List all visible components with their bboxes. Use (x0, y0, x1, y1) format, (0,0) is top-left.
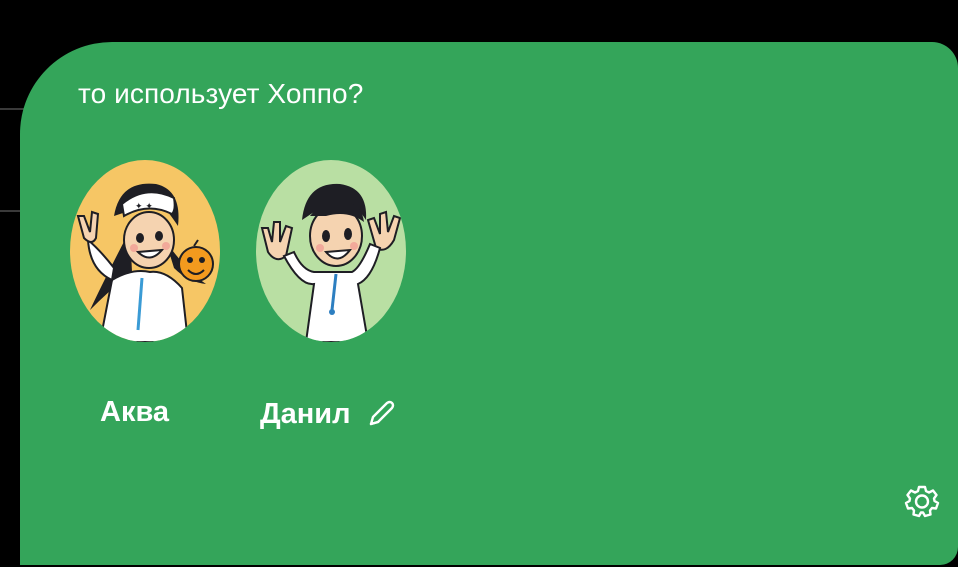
profile-danil[interactable]: Данил (256, 160, 406, 428)
pencil-icon[interactable] (365, 398, 397, 430)
girl-avatar[interactable]: ✦ ✦ (70, 160, 220, 342)
page-title: то использует Хоппо? (78, 78, 364, 109)
profile-aqua[interactable]: ✦ ✦ Аква (70, 160, 220, 427)
profile-picker-panel: то использует Хоппо? ✦ ✦ Аква Данил (20, 42, 958, 565)
profile-name[interactable]: Данил (260, 399, 351, 429)
profile-name-row: Данил (260, 398, 397, 430)
profile-name-row: Аква (100, 398, 169, 427)
gear-icon[interactable] (904, 483, 940, 519)
svg-text:✦ ✦: ✦ ✦ (135, 202, 153, 212)
profile-name[interactable]: Аква (100, 398, 169, 427)
screen: то использует Хоппо? ✦ ✦ Аква Данил (0, 0, 958, 567)
boy-avatar[interactable] (256, 160, 406, 342)
